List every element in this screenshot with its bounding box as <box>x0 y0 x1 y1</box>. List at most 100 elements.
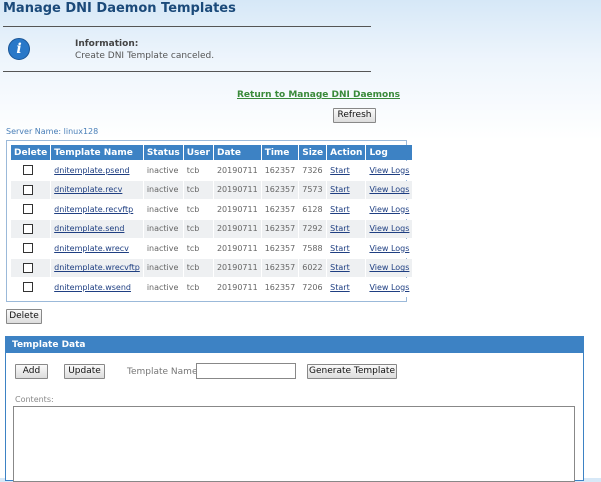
time-cell: 162357 <box>261 239 299 258</box>
server-name-label: Server Name: <box>6 127 62 136</box>
template-name-link[interactable]: dnitemplate.wsend <box>54 283 131 292</box>
start-link[interactable]: Start <box>330 224 350 233</box>
template-name-link[interactable]: dnitemplate.psend <box>54 166 129 175</box>
view-logs-link[interactable]: View Logs <box>369 224 409 233</box>
view-logs-link[interactable]: View Logs <box>369 244 409 253</box>
delete-checkbox[interactable] <box>23 282 33 293</box>
action-cell: Start <box>327 239 366 258</box>
size-cell: 6022 <box>299 258 327 277</box>
action-cell: Start <box>327 180 366 199</box>
time-cell: 162357 <box>261 219 299 238</box>
size-cell: 7326 <box>299 161 327 180</box>
user-cell: tcb <box>183 239 213 258</box>
divider-top <box>3 26 371 27</box>
add-button[interactable]: Add <box>15 364 48 379</box>
template-name-input[interactable] <box>196 363 296 379</box>
template-name-cell: dnitemplate.psend <box>51 161 143 180</box>
delete-checkbox[interactable] <box>23 223 33 234</box>
template-name-cell: dnitemplate.recv <box>51 180 143 199</box>
table-header-row: Delete Template Name Status User Date Ti… <box>11 145 413 160</box>
col-user: User <box>183 145 213 160</box>
templates-table-container: Delete Template Name Status User Date Ti… <box>6 140 413 302</box>
template-name-cell: dnitemplate.wrecv <box>51 239 143 258</box>
info-icon: i <box>8 38 30 60</box>
date-cell: 20190711 <box>213 161 261 180</box>
user-cell: tcb <box>183 200 213 219</box>
table-row: dnitemplate.recvftp inactive tcb 20190711 16… <box>11 200 413 219</box>
template-name-link[interactable]: dnitemplate.wrecvftp <box>54 263 140 272</box>
template-name-link[interactable]: dnitemplate.wrecv <box>54 244 129 253</box>
table-row: dnitemplate.wrecvftp inactive tcb 20190711 1… <box>11 258 413 277</box>
log-cell: View Logs <box>366 161 413 180</box>
log-cell: View Logs <box>366 200 413 219</box>
col-status: Status <box>143 145 183 160</box>
page-title: Manage DNI Daemon Templates <box>3 1 236 16</box>
delete-checkbox[interactable] <box>23 262 33 273</box>
user-cell: tcb <box>183 161 213 180</box>
size-cell: 6128 <box>299 200 327 219</box>
table-row: dnitemplate.psend inactive tcb 20190711 1623… <box>11 161 413 180</box>
col-date: Date <box>213 145 261 160</box>
template-name-cell: dnitemplate.wrecvftp <box>51 258 143 277</box>
col-time: Time <box>261 145 299 160</box>
delete-cell <box>11 200 51 219</box>
template-data-title: Template Data <box>6 337 583 353</box>
log-cell: View Logs <box>366 180 413 199</box>
delete-cell <box>11 180 51 199</box>
template-name-cell: dnitemplate.send <box>51 219 143 238</box>
template-name-label: Template Name: <box>127 367 201 377</box>
view-logs-link[interactable]: View Logs <box>369 283 409 292</box>
delete-cell <box>11 239 51 258</box>
status-cell: inactive <box>143 161 183 180</box>
view-logs-link[interactable]: View Logs <box>369 263 409 272</box>
refresh-button[interactable]: Refresh <box>333 108 376 123</box>
contents-label: Contents: <box>15 395 54 404</box>
info-heading: Information: <box>75 39 139 49</box>
start-link[interactable]: Start <box>330 185 350 194</box>
status-cell: inactive <box>143 278 183 297</box>
start-link[interactable]: Start <box>330 205 350 214</box>
template-name-link[interactable]: dnitemplate.recv <box>54 185 122 194</box>
status-cell: inactive <box>143 258 183 277</box>
template-name-cell: dnitemplate.wsend <box>51 278 143 297</box>
template-name-cell: dnitemplate.recvftp <box>51 200 143 219</box>
col-delete: Delete <box>11 145 51 160</box>
col-log: Log <box>366 145 413 160</box>
generate-template-button[interactable]: Generate Template <box>307 364 397 379</box>
server-name: Server Name: linux128 <box>6 127 98 136</box>
table-row: dnitemplate.wsend inactive tcb 20190711 1623… <box>11 278 413 297</box>
template-name-link[interactable]: dnitemplate.send <box>54 224 124 233</box>
template-name-link[interactable]: dnitemplate.recvftp <box>54 205 133 214</box>
view-logs-link[interactable]: View Logs <box>369 185 409 194</box>
view-logs-link[interactable]: View Logs <box>369 205 409 214</box>
status-cell: inactive <box>143 219 183 238</box>
log-cell: View Logs <box>366 219 413 238</box>
user-cell: tcb <box>183 219 213 238</box>
time-cell: 162357 <box>261 161 299 180</box>
start-link[interactable]: Start <box>330 283 350 292</box>
start-link[interactable]: Start <box>330 263 350 272</box>
status-cell: inactive <box>143 200 183 219</box>
size-cell: 7206 <box>299 278 327 297</box>
delete-cell <box>11 278 51 297</box>
delete-cell <box>11 161 51 180</box>
delete-cell <box>11 219 51 238</box>
delete-checkbox[interactable] <box>23 243 33 254</box>
table-row: dnitemplate.recv inactive tcb 20190711 16235… <box>11 180 413 199</box>
return-to-daemons-link[interactable]: Return to Manage DNI Daemons <box>237 90 400 100</box>
delete-button[interactable]: Delete <box>6 309 42 324</box>
view-logs-link[interactable]: View Logs <box>369 166 409 175</box>
divider-bottom <box>3 71 371 72</box>
date-cell: 20190711 <box>213 239 261 258</box>
date-cell: 20190711 <box>213 180 261 199</box>
start-link[interactable]: Start <box>330 244 350 253</box>
start-link[interactable]: Start <box>330 166 350 175</box>
action-cell: Start <box>327 161 366 180</box>
status-cell: inactive <box>143 180 183 199</box>
time-cell: 162357 <box>261 200 299 219</box>
delete-checkbox[interactable] <box>23 184 33 195</box>
update-button[interactable]: Update <box>64 364 105 379</box>
contents-textarea[interactable] <box>13 406 575 482</box>
delete-checkbox[interactable] <box>23 204 33 215</box>
delete-checkbox[interactable] <box>23 165 33 176</box>
